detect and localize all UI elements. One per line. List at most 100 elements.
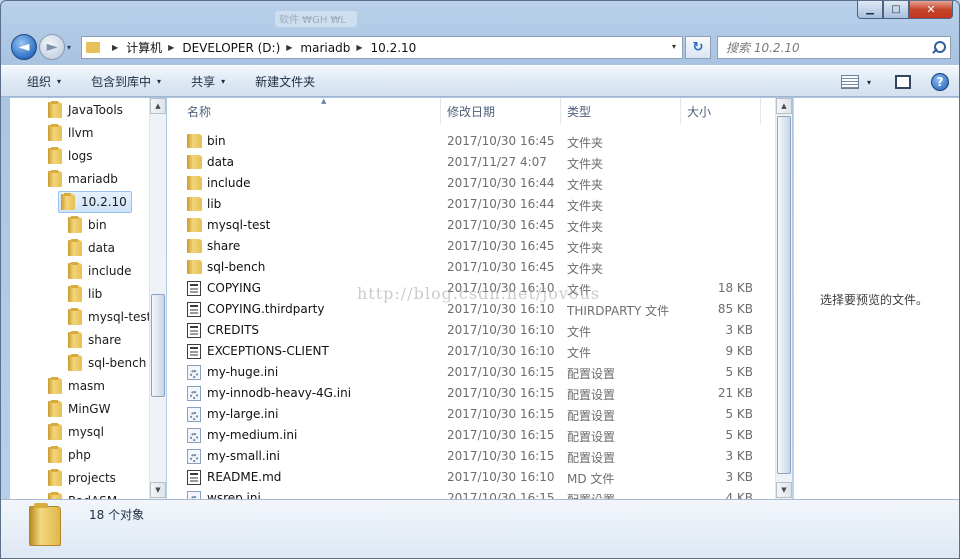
- file-row[interactable]: data 2017/11/27 4:07 文件夹: [167, 152, 775, 173]
- file-row[interactable]: mysql-test 2017/10/30 16:45 文件夹: [167, 215, 775, 236]
- tree-item[interactable]: mysql: [48, 421, 104, 443]
- breadcrumb-separator-icon[interactable]: ▶: [286, 43, 292, 52]
- breadcrumb-item[interactable]: mariadb: [300, 41, 350, 55]
- file-row[interactable]: README.md 2017/10/30 16:10 MD 文件 3 KB: [167, 467, 775, 488]
- file-row[interactable]: CREDITS 2017/10/30 16:10 文件 3 KB: [167, 320, 775, 341]
- search-box[interactable]: [717, 36, 951, 59]
- column-header-size[interactable]: 大小: [681, 98, 761, 124]
- scroll-up-arrow[interactable]: ▲: [776, 98, 792, 114]
- tree-item[interactable]: masm: [48, 375, 105, 397]
- view-options-dropdown[interactable]: ▾: [867, 78, 871, 87]
- tree-item[interactable]: mysql-test: [68, 306, 151, 328]
- minimize-button[interactable]: ▁: [857, 1, 883, 19]
- tree-item[interactable]: mariadb: [48, 168, 118, 190]
- search-icon[interactable]: [930, 40, 946, 56]
- file-type: 文件夹: [567, 157, 604, 171]
- tree-item[interactable]: share: [68, 329, 121, 351]
- tree-item[interactable]: lib: [68, 283, 102, 305]
- file-row[interactable]: bin 2017/10/30 16:45 文件夹: [167, 131, 775, 152]
- file-row[interactable]: my-medium.ini 2017/10/30 16:15 配置设置 5 KB: [167, 425, 775, 446]
- tree-item[interactable]: MinGW: [48, 398, 110, 420]
- file-row[interactable]: my-small.ini 2017/10/30 16:15 配置设置 3 KB: [167, 446, 775, 467]
- preview-pane-icon[interactable]: [895, 75, 911, 89]
- folder-icon: [29, 503, 61, 546]
- navigation-pane-scrollbar[interactable]: ▲ ▼: [149, 98, 166, 499]
- file-type: 文件夹: [567, 178, 604, 192]
- file-row[interactable]: sql-bench 2017/10/30 16:45 文件夹: [167, 257, 775, 278]
- forward-button[interactable]: ►: [39, 34, 65, 60]
- file-row[interactable]: lib 2017/10/30 16:44 文件夹: [167, 194, 775, 215]
- file-name: COPYING.thirdparty: [207, 302, 325, 316]
- tree-item[interactable]: include: [68, 260, 131, 282]
- file-row[interactable]: include 2017/10/30 16:44 文件夹: [167, 173, 775, 194]
- tree-item[interactable]: RadASM: [48, 490, 117, 499]
- tree-item[interactable]: 10.2.10: [58, 191, 132, 213]
- file-date: 2017/10/30 16:15: [447, 449, 555, 463]
- help-icon[interactable]: ?: [931, 73, 949, 91]
- file-row[interactable]: my-large.ini 2017/10/30 16:15 配置设置 5 KB: [167, 404, 775, 425]
- file-name: bin: [207, 134, 226, 148]
- back-button[interactable]: ◄: [11, 34, 37, 60]
- recent-pages-dropdown[interactable]: ▾: [67, 43, 71, 52]
- tree-item[interactable]: php: [48, 444, 91, 466]
- tree-item[interactable]: projects: [48, 467, 116, 489]
- file-date: 2017/10/30 16:15: [447, 407, 555, 421]
- scroll-down-arrow[interactable]: ▼: [776, 482, 792, 498]
- scroll-down-arrow[interactable]: ▼: [150, 482, 166, 498]
- file-list-scrollbar[interactable]: ▲ ▼: [775, 98, 792, 499]
- column-header-date[interactable]: 修改日期: [441, 98, 561, 124]
- file-name: share: [207, 239, 241, 253]
- column-header-name[interactable]: 名称 ▲: [181, 98, 441, 124]
- scrollbar-thumb[interactable]: [777, 116, 791, 474]
- file-name: my-small.ini: [207, 449, 280, 463]
- file-type: 文件夹: [567, 136, 604, 150]
- tree-item[interactable]: JavaTools: [48, 99, 123, 121]
- share-label: 共享: [191, 74, 216, 89]
- column-header-type[interactable]: 类型: [561, 98, 681, 124]
- search-input[interactable]: [718, 40, 930, 55]
- file-row[interactable]: COPYING 2017/10/30 16:10 文件 18 KB: [167, 278, 775, 299]
- tree-item[interactable]: sql-bench: [68, 352, 146, 374]
- file-date: 2017/10/30 16:15: [447, 386, 555, 400]
- include-in-library-menu[interactable]: 包含到库中 ▾: [91, 73, 161, 90]
- scrollbar-thumb[interactable]: [151, 294, 165, 397]
- new-folder-button[interactable]: 新建文件夹: [255, 73, 315, 90]
- breadcrumb-separator-icon[interactable]: ▶: [168, 43, 174, 52]
- tree-item[interactable]: llvm: [48, 122, 93, 144]
- toolbar-right-group: ▾ ?: [840, 73, 949, 91]
- folder-icon: [68, 354, 82, 371]
- file-date: 2017/10/30 16:15: [447, 365, 555, 379]
- refresh-button[interactable]: ↻: [685, 36, 711, 59]
- file-row[interactable]: share 2017/10/30 16:45 文件夹: [167, 236, 775, 257]
- tree-item[interactable]: logs: [48, 145, 93, 167]
- file-row[interactable]: EXCEPTIONS-CLIENT 2017/10/30 16:10 文件 9 KB: [167, 341, 775, 362]
- breadcrumb-item[interactable]: 计算机: [126, 39, 162, 56]
- tree-item-label: llvm: [68, 126, 94, 140]
- breadcrumb-item[interactable]: 10.2.10: [370, 41, 416, 55]
- tree-item-label: data: [88, 241, 116, 255]
- breadcrumb-item[interactable]: DEVELOPER (D:): [182, 41, 280, 55]
- file-size: 5 KB: [725, 428, 753, 442]
- include-in-library-label: 包含到库中: [91, 74, 152, 89]
- change-view-icon[interactable]: [840, 75, 859, 89]
- maximize-button[interactable]: □: [883, 1, 909, 19]
- tree-item[interactable]: bin: [68, 214, 107, 236]
- file-name: my-medium.ini: [207, 428, 298, 442]
- file-type: 文件: [567, 283, 592, 297]
- tree-item[interactable]: data: [68, 237, 115, 259]
- file-row[interactable]: my-innodb-heavy-4G.ini 2017/10/30 16:15 配置…: [167, 383, 775, 404]
- file-row[interactable]: COPYING.thirdparty 2017/10/30 16:10 THIRDP…: [167, 299, 775, 320]
- breadcrumb-separator-icon[interactable]: ▶: [112, 43, 118, 52]
- address-bar[interactable]: ▶ 计算机 ▶ DEVELOPER (D:) ▶ mariadb ▶ 10.2.10 ▾: [81, 36, 683, 59]
- tree-item-label: masm: [68, 379, 105, 393]
- breadcrumb-separator-icon[interactable]: ▶: [356, 43, 362, 52]
- close-button[interactable]: ✕: [909, 1, 953, 19]
- share-menu[interactable]: 共享 ▾: [191, 73, 225, 90]
- document-icon: [187, 281, 201, 296]
- address-history-dropdown[interactable]: ▾: [672, 42, 676, 51]
- file-row[interactable]: wsrep.ini 2017/10/30 16:15 配置设置 4 KB: [167, 488, 775, 499]
- organize-menu[interactable]: 组织 ▾: [27, 73, 61, 90]
- file-row[interactable]: my-huge.ini 2017/10/30 16:15 配置设置 5 KB: [167, 362, 775, 383]
- explorer-window: 软件 ₩GH ₩L ▁ □ ✕ ◄ ► ▾ ▶ 计算机 ▶ DEVELOPER (D:…: [0, 0, 960, 559]
- scroll-up-arrow[interactable]: ▲: [150, 98, 166, 114]
